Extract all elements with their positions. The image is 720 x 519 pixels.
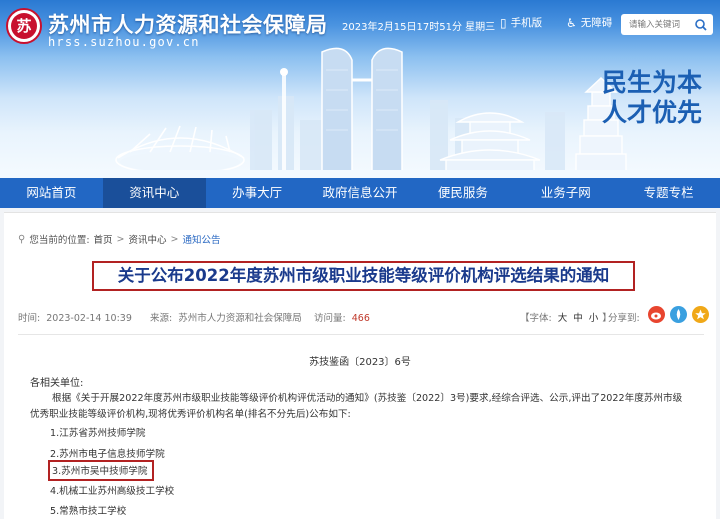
nav-item-gov-info[interactable]: 政府信息公开 xyxy=(309,178,412,208)
font-size-small[interactable]: 小 xyxy=(589,313,599,324)
accessibility-link[interactable]: ♿ 无障碍 xyxy=(566,15,612,30)
publish-time-label: 时间: xyxy=(18,313,41,324)
body-line-1: 根据《关于开展2022年度苏州市级职业技能等级评价机构评优活动的通知》(苏技鉴〔… xyxy=(52,393,683,404)
nav-item-special-topics[interactable]: 专题专栏 xyxy=(617,178,720,208)
font-size-controls: 【字体: 大中小】 xyxy=(520,310,612,324)
font-size-medium[interactable]: 中 xyxy=(573,313,583,324)
breadcrumb-prefix: 您当前的位置: xyxy=(29,235,90,246)
list-item: 2.苏州市电子信息技师学院 xyxy=(50,449,165,460)
star-share-icon[interactable] xyxy=(692,306,709,323)
main-nav: 网站首页 资讯中心 办事大厅 政府信息公开 便民服务 业务子网 专题专栏 xyxy=(0,178,720,208)
mobile-version-label: 手机版 xyxy=(510,17,543,29)
source-value: 苏州市人力资源和社会保障局 xyxy=(178,313,302,324)
search-icon[interactable] xyxy=(693,17,709,33)
list-item: 1.江苏省苏州技师学院 xyxy=(50,428,146,439)
views-value: 466 xyxy=(351,313,370,324)
current-datetime: 2023年2月15日17时51分 星期三 xyxy=(342,22,496,33)
body-line-2: 优秀职业技能等级评价机构,现将优秀评价机构名单(排名不分先后)公布如下: xyxy=(30,409,351,420)
list-item: 5.常熟市技工学校 xyxy=(50,506,127,517)
slogan-line-1: 民生为本 xyxy=(601,68,702,97)
slogan: 民生为本 人才优先 xyxy=(602,68,702,128)
document-number: 苏技鉴函〔2023〕6号 xyxy=(309,357,411,368)
salutation: 各相关单位: xyxy=(30,378,84,389)
breadcrumb-notices[interactable]: 通知公告 xyxy=(183,232,221,246)
font-size-label: 【字体: xyxy=(520,313,552,324)
logo-icon[interactable]: 苏 xyxy=(6,8,42,44)
article-card: ⚲ 您当前的位置: 首页 > 资讯中心 > 通知公告 关于公布2022年度苏州市… xyxy=(4,212,716,519)
source-label: 来源: xyxy=(150,313,173,324)
share-label: 分享到: xyxy=(608,313,640,324)
article-title: 关于公布2022年度苏州市级职业技能等级评价机构评选结果的通知 xyxy=(92,261,635,291)
nav-item-public-service[interactable]: 便民服务 xyxy=(411,178,514,208)
breadcrumb-separator: > xyxy=(116,233,125,245)
nav-item-home[interactable]: 网站首页 xyxy=(0,178,103,208)
article-body: 根据《关于开展2022年度苏州市级职业技能等级评价机构评优活动的通知》(苏技鉴〔… xyxy=(30,391,700,423)
breadcrumb: ⚲ 您当前的位置: 首页 > 资讯中心 > 通知公告 xyxy=(18,232,221,247)
list-item-highlighted: 3.苏州市吴中技师学院 xyxy=(48,460,154,481)
header-banner: 苏 苏州市人力资源和社会保障局 hrss.suzhou.gov.cn 2023年… xyxy=(0,0,720,178)
logo-glyph: 苏 xyxy=(16,17,32,35)
meta-divider xyxy=(18,334,704,335)
nav-item-sub-sites[interactable]: 业务子网 xyxy=(514,178,617,208)
publish-time: 时间: 2023-02-14 10:39 xyxy=(18,310,132,324)
weibo-share-icon[interactable] xyxy=(648,306,665,323)
location-icon: ⚲ xyxy=(18,233,26,245)
view-count: 访问量: 466 xyxy=(314,310,370,324)
list-item: 4.机械工业苏州高级技工学校 xyxy=(50,486,175,497)
breadcrumb-home[interactable]: 首页 xyxy=(94,232,113,246)
slogan-line-2: 人才优先 xyxy=(601,98,702,127)
views-label: 访问量: xyxy=(314,313,346,324)
nav-item-service-hall[interactable]: 办事大厅 xyxy=(206,178,309,208)
site-domain: hrss.suzhou.gov.cn xyxy=(48,35,200,49)
accessibility-icon: ♿ xyxy=(566,15,577,30)
accessibility-label: 无障碍 xyxy=(580,17,613,29)
qzone-share-icon[interactable] xyxy=(670,306,687,323)
search-input[interactable] xyxy=(621,15,693,34)
font-size-large[interactable]: 大 xyxy=(558,313,568,324)
article-source: 来源: 苏州市人力资源和社会保障局 xyxy=(150,310,302,324)
search-box xyxy=(621,14,713,35)
breadcrumb-news-center[interactable]: 资讯中心 xyxy=(129,232,167,246)
breadcrumb-separator: > xyxy=(170,233,179,245)
publish-time-value: 2023-02-14 10:39 xyxy=(46,313,132,324)
mobile-icon: ▯ xyxy=(500,15,507,30)
mobile-version-link[interactable]: ▯ 手机版 xyxy=(500,15,542,30)
nav-item-news-center[interactable]: 资讯中心 xyxy=(102,178,206,208)
